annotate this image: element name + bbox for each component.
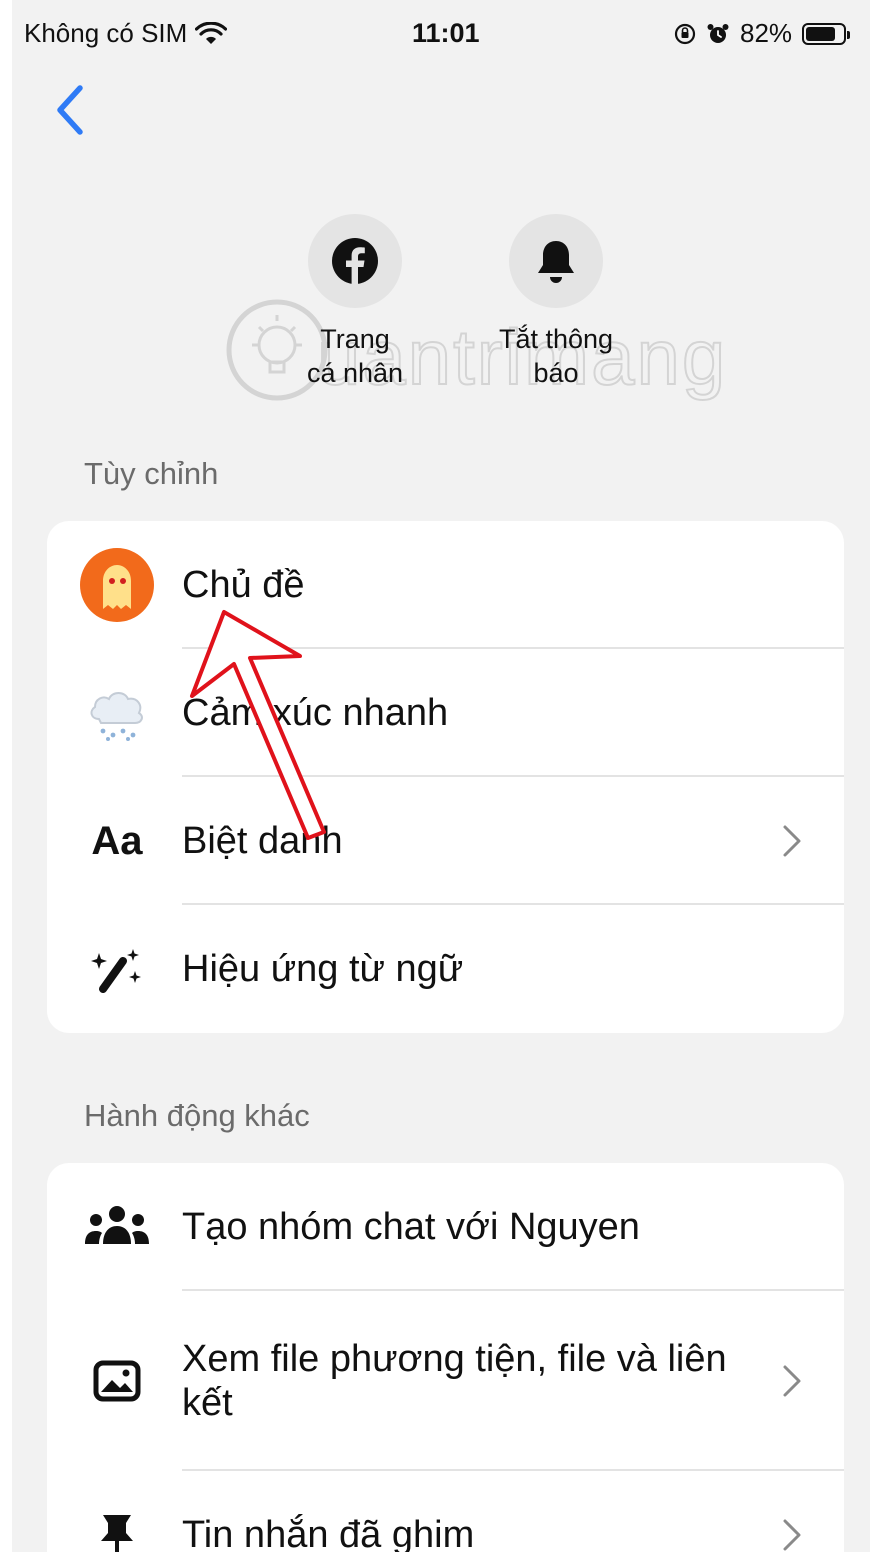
menu-item-nickname-label: Biệt danh [182,820,343,862]
alarm-icon [707,23,729,43]
menu-item-create-group-label: Tạo nhóm chat với Nguyen [182,1206,640,1248]
menu-item-word-effects-label: Hiệu ứng từ ngữ [182,948,464,990]
wifi-icon [195,21,228,44]
chevron-left-icon [57,85,83,135]
status-right: 82% [674,18,851,49]
aa-text-glyph: Aa [91,818,143,863]
mute-action-button[interactable] [509,214,603,308]
battery-tip [847,30,851,39]
customize-card: Chủ đề Cảm xúc nhanh Aa Biệt danh Hiệu ứ… [47,521,844,1033]
mute-action[interactable]: Tắt thông báo [471,214,641,390]
pin-icon [77,1495,157,1552]
other-actions-section-title: Hành động khác [84,1098,310,1133]
profile-action[interactable]: Trang cá nhân [270,214,440,390]
snow-cloud-icon [77,673,157,753]
menu-item-media-files-label: Xem file phương tiện, file và liên kết [182,1338,727,1424]
carrier-label: Không có SIM [24,18,188,48]
group-icon [77,1187,157,1267]
mute-action-label: Tắt thông báo [498,324,614,388]
image-icon [77,1341,157,1421]
bell-icon [538,241,574,283]
menu-item-quick-reaction[interactable]: Cảm xúc nhanh [47,649,844,777]
customize-section-title: Tùy chỉnh [84,456,219,491]
aa-text-icon: Aa [77,801,157,881]
profile-action-label: Trang cá nhân [306,324,404,388]
back-button[interactable] [50,82,90,138]
chevron-right-icon [783,1365,801,1397]
other-actions-card: Tạo nhóm chat với Nguyen Xem file phương… [47,1163,844,1552]
magic-wand-icon [77,929,157,1009]
profile-action-button[interactable] [308,214,402,308]
battery-fill [806,26,835,41]
facebook-icon [332,238,378,284]
carrier-status: Không có SIM [24,18,228,49]
screen: Không có SIM 11:01 82% uantrimang Trang … [12,0,870,1552]
menu-item-pinned-messages-label: Tin nhắn đã ghim [182,1514,475,1552]
chevron-right-icon [783,1519,801,1551]
clock: 11:01 [412,18,480,48]
theme-ghost-icon [77,545,157,625]
menu-item-create-group[interactable]: Tạo nhóm chat với Nguyen [47,1163,844,1291]
menu-item-theme[interactable]: Chủ đề [47,521,844,649]
menu-item-word-effects[interactable]: Hiệu ứng từ ngữ [47,905,844,1033]
orientation-lock-icon [674,23,696,44]
menu-item-nickname[interactable]: Aa Biệt danh [47,777,844,905]
menu-item-media-files[interactable]: Xem file phương tiện, file và liên kết [47,1291,844,1471]
menu-item-theme-label: Chủ đề [182,564,305,606]
battery-percent: 82% [740,18,793,48]
status-bar: Không có SIM 11:01 82% [12,0,870,66]
chevron-right-icon [783,825,801,857]
menu-item-quick-reaction-label: Cảm xúc nhanh [182,692,449,734]
menu-item-pinned-messages[interactable]: Tin nhắn đã ghim [47,1471,844,1552]
battery-icon [802,22,851,45]
